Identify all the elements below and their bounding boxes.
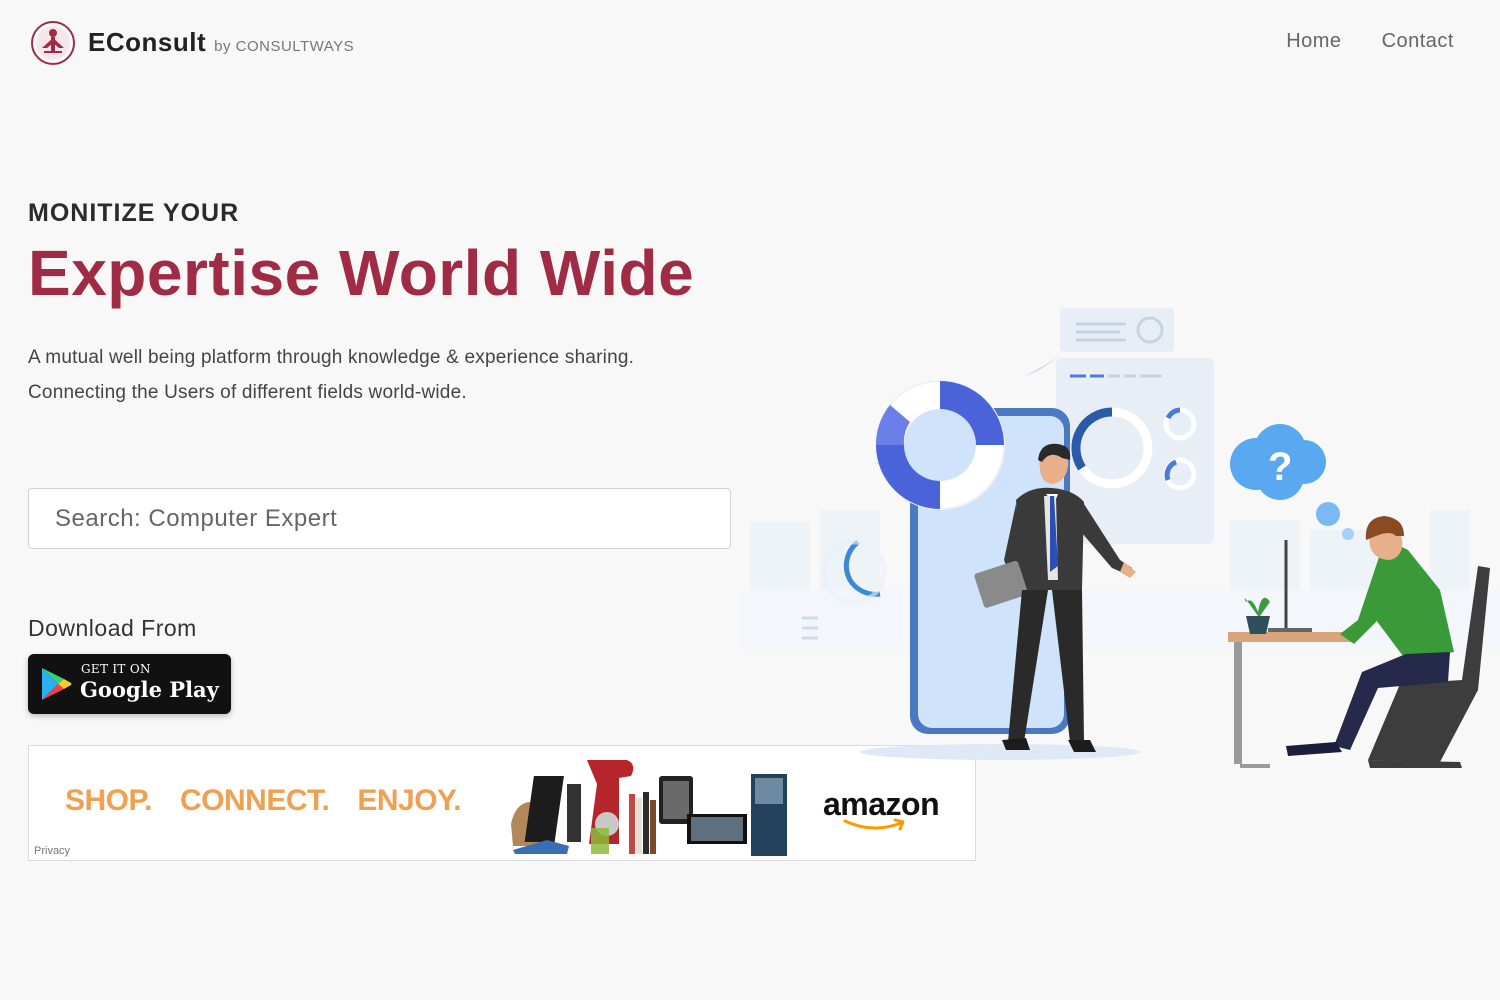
tagline-line-1: A mutual well being platform through kno… — [28, 347, 635, 368]
nav-contact-link[interactable]: Contact — [1382, 30, 1454, 53]
paper-plane-icon — [1022, 356, 1060, 378]
main-nav: Home Contact — [1286, 30, 1454, 53]
floor-shadow — [860, 744, 1140, 760]
ad-slogan: SHOP. CONNECT. ENJOY. — [65, 784, 462, 818]
hero-illustration: ? — [740, 308, 1500, 768]
econsult-logo-icon[interactable] — [30, 20, 76, 66]
search-input[interactable] — [28, 488, 731, 549]
ad-slogan-connect: CONNECT. — [180, 784, 330, 817]
amazon-smile-icon — [843, 818, 905, 831]
brand-name: EConsult — [88, 27, 207, 57]
tagline-line-2: Connecting the Users of different fields… — [28, 382, 467, 403]
nav-home-link[interactable]: Home — [1286, 30, 1341, 53]
site-header: EConsult by CONSULTWAYS Home Contact — [0, 0, 1500, 90]
brand-byline: by CONSULTWAYS — [214, 38, 355, 55]
brand[interactable]: EConsult by CONSULTWAYS — [88, 27, 354, 58]
hero-eyebrow: MONITIZE YOUR — [28, 199, 240, 227]
ad-privacy-link[interactable]: Privacy — [34, 845, 70, 857]
ad-slogan-enjoy: ENJOY. — [357, 784, 462, 817]
hero-tagline: A mutual well being platform through kno… — [28, 340, 634, 410]
hero-headline: Expertise World Wide — [28, 237, 695, 309]
chart-card-small-icon — [1060, 308, 1174, 352]
download-label: Download From — [28, 615, 197, 641]
question-mark-text: ? — [1268, 445, 1292, 489]
google-play-icon — [42, 668, 72, 700]
ad-slogan-shop: SHOP. — [65, 784, 153, 817]
google-play-big-text: Google Play — [80, 677, 219, 702]
google-play-button[interactable]: GET IT ON Google Play — [28, 654, 231, 714]
lifebuoy-icon — [875, 380, 1005, 510]
google-play-small-text: GET IT ON — [81, 662, 151, 676]
